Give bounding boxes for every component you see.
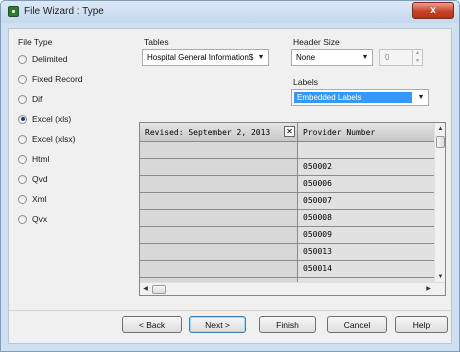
cancel-button[interactable]: Cancel [327,316,387,333]
radio-button-icon[interactable] [18,54,27,64]
remove-column-icon[interactable]: ✕ [284,126,295,137]
file-type-option-label: Delimited [32,54,68,64]
file-type-option[interactable]: Fixed Record [18,73,83,85]
header-size-spin-value: 0 [385,53,390,62]
file-type-option[interactable]: Xml [18,193,47,205]
spin-down-icon[interactable]: ▼ [413,58,422,66]
table-row[interactable]: 050006 [140,176,435,193]
file-type-option-label: Fixed Record [32,74,83,84]
file-type-option-label: Excel (xlsx) [32,134,76,144]
header-size-label: Header Size [293,37,340,47]
table-cell-revised [140,142,298,158]
data-preview-grid[interactable]: Revised: September 2, 2013 ✕ Provider Nu… [139,122,446,296]
chevron-down-icon: ▼ [361,54,369,61]
table-row[interactable]: 050017 [140,295,435,296]
table-cell-revised [140,210,298,226]
file-type-option[interactable]: Html [18,153,49,165]
next-button[interactable]: Next > [189,316,246,333]
radio-button-icon[interactable] [18,194,27,204]
table-row[interactable]: 050002 [140,159,435,176]
file-type-option[interactable]: Qvx [18,213,47,225]
column-header-revised[interactable]: Revised: September 2, 2013 [140,123,298,142]
file-type-option[interactable]: Excel (xls) [18,113,71,125]
file-type-option[interactable]: Delimited [18,53,67,65]
scroll-left-icon[interactable]: ◀ [140,283,151,295]
scroll-right-icon[interactable]: ▶ [423,283,434,295]
table-row[interactable]: 050013 [140,244,435,261]
wizard-body: File Type Delimited Fixed Record Dif Excel … [8,28,453,344]
button-separator [9,310,453,311]
vertical-scrollbar[interactable]: ▲ ▼ [434,123,445,283]
table-row[interactable] [140,142,435,159]
finish-button[interactable]: Finish [259,316,316,333]
tables-dropdown-value: Hospital General Information$ [147,53,254,62]
radio-button-icon[interactable] [18,74,27,84]
radio-button-icon[interactable] [18,214,27,224]
radio-button-icon[interactable] [18,114,27,124]
file-wizard-window: File Wizard : Type x File Type Delimited… [0,0,460,352]
table-cell-provider-number: 050007 [298,193,435,209]
radio-button-icon[interactable] [18,154,27,164]
header-size-spinner[interactable]: 0 ▲ ▼ [379,49,423,66]
header-size-dropdown[interactable]: None ▼ [291,49,373,66]
horizontal-scrollbar[interactable]: ◀ ▶ [140,282,445,295]
table-cell-revised [140,176,298,192]
labels-dropdown[interactable]: Embedded Labels ▼ [291,89,429,106]
back-button[interactable]: < Back [122,316,182,333]
file-type-option[interactable]: Excel (xlsx) [18,133,75,145]
tables-label: Tables [144,37,169,47]
close-button[interactable]: x [412,2,454,19]
file-type-option-label: Qvd [32,174,48,184]
title-bar[interactable]: File Wizard : Type x [1,1,459,23]
labels-label: Labels [293,77,319,87]
grid-header: Revised: September 2, 2013 ✕ Provider Nu… [140,123,435,142]
horizontal-scroll-thumb[interactable] [152,285,166,294]
table-cell-revised [140,227,298,243]
table-cell-provider-number: 050009 [298,227,435,243]
table-cell-revised [140,159,298,175]
radio-button-icon[interactable] [18,174,27,184]
file-type-option-label: Dif [32,94,43,104]
file-type-option[interactable]: Dif [18,93,42,105]
table-row[interactable]: 050009 [140,227,435,244]
table-cell-revised [140,244,298,260]
table-cell-provider-number: 050006 [298,176,435,192]
file-type-option-label: Excel (xls) [32,114,72,124]
table-row[interactable]: 050008 [140,210,435,227]
file-type-option-label: Html [32,154,50,164]
help-button[interactable]: Help [395,316,448,333]
spin-up-icon[interactable]: ▲ [413,50,422,58]
table-cell-provider-number [298,142,435,158]
labels-dropdown-value: Embedded Labels [294,92,412,103]
window-title: File Wizard : Type [24,6,104,17]
file-type-option[interactable]: Qvd [18,173,48,185]
file-type-label: File Type [18,37,53,47]
scroll-up-icon[interactable]: ▲ [435,124,445,135]
chevron-down-icon: ▼ [257,54,265,61]
table-cell-provider-number: 050002 [298,159,435,175]
column-header-provider-number[interactable]: Provider Number [298,123,435,142]
table-row[interactable]: 050014 [140,261,435,278]
grid-rows: 050002 050006 050007 050008 050009 050013 0500… [140,142,435,296]
radio-button-icon[interactable] [18,94,27,104]
table-cell-revised [140,295,298,296]
chevron-down-icon: ▼ [417,94,425,101]
app-icon [8,6,19,17]
table-row[interactable]: 050007 [140,193,435,210]
file-type-option-label: Qvx [32,214,48,224]
table-cell-provider-number: 050008 [298,210,435,226]
vertical-scroll-thumb[interactable] [436,136,445,148]
table-cell-provider-number: 050013 [298,244,435,260]
table-cell-provider-number: 050017 [298,295,435,296]
table-cell-provider-number: 050014 [298,261,435,277]
radio-button-icon[interactable] [18,134,27,144]
spinner-buttons[interactable]: ▲ ▼ [412,50,422,65]
header-size-value: None [296,53,316,62]
tables-dropdown[interactable]: Hospital General Information$ ▼ [142,49,269,66]
table-cell-revised [140,261,298,277]
table-cell-revised [140,193,298,209]
file-type-option-label: Xml [32,194,47,204]
